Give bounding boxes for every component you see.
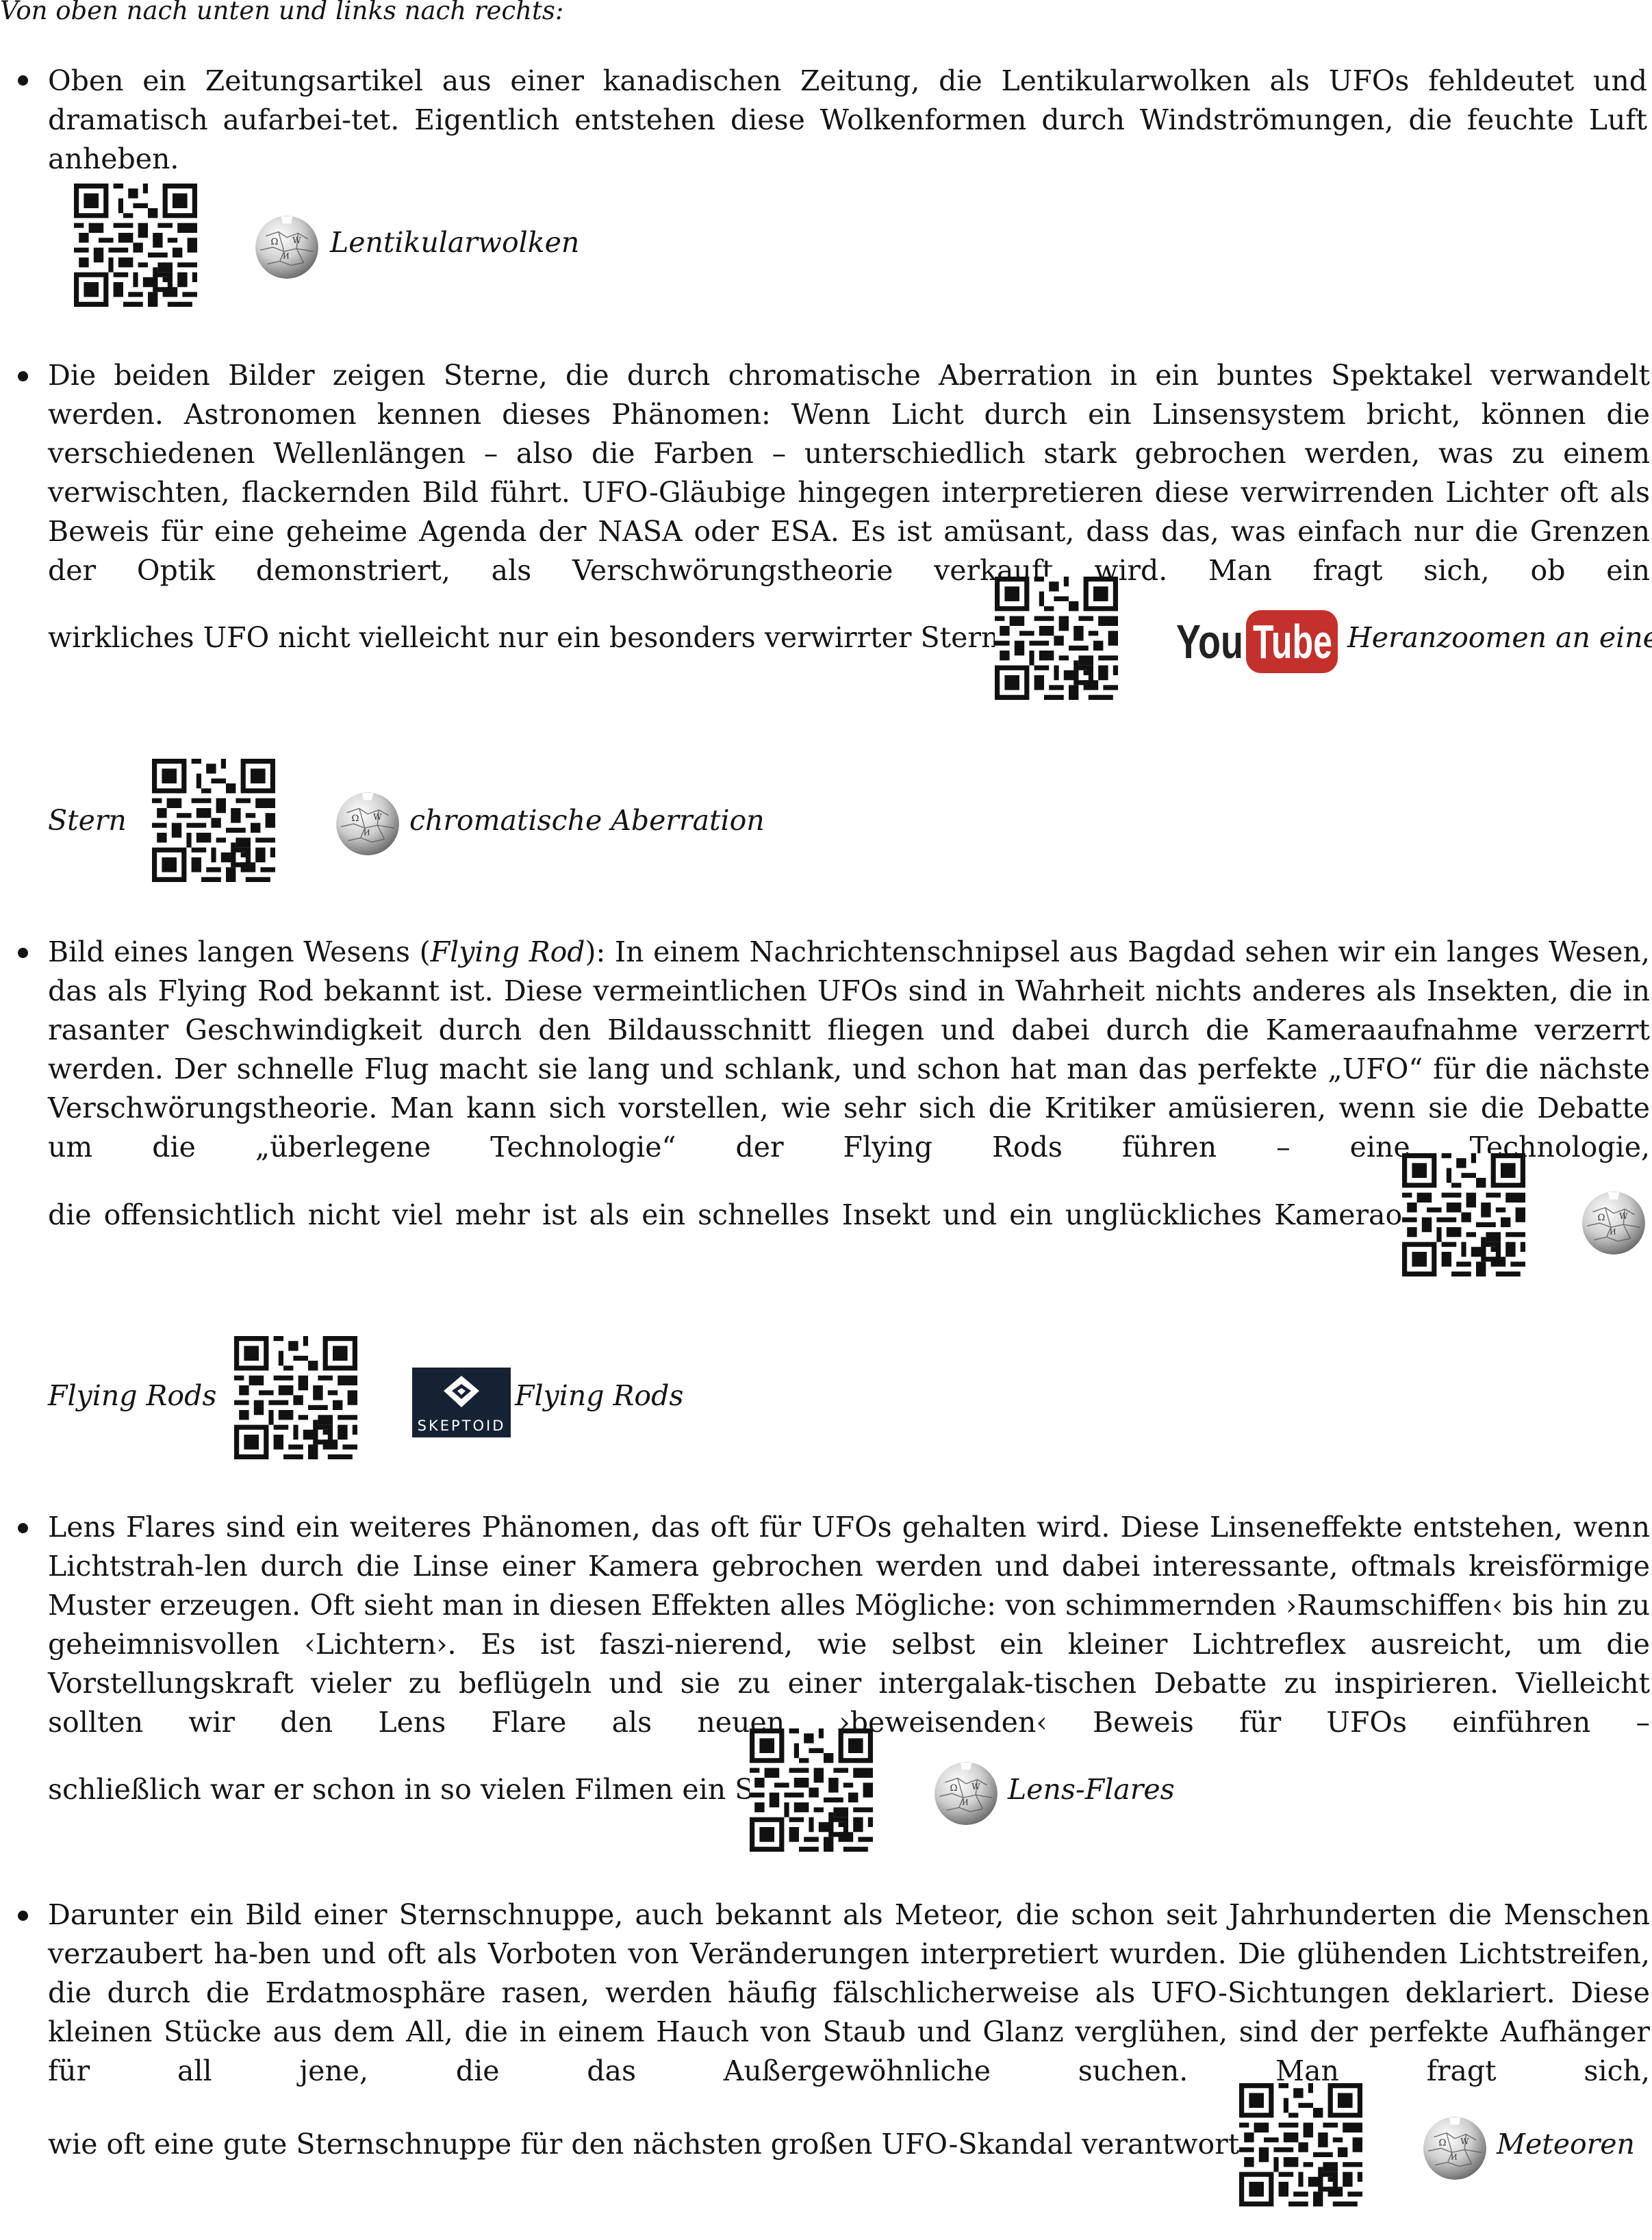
qr-code[interactable] bbox=[74, 184, 197, 307]
intro-text: Von oben nach unten und links nach recht… bbox=[0, 0, 564, 25]
document-page: Von oben nach unten und links nach recht… bbox=[0, 0, 1652, 2240]
item-1-text: Oben ein Zeitungsartikel aus einer kanad… bbox=[48, 64, 1647, 175]
bullet bbox=[18, 1911, 28, 1921]
qr-code[interactable] bbox=[152, 759, 275, 882]
svg-text:SKEPTOID: SKEPTOID bbox=[418, 1418, 506, 1434]
ref-link-lens-flares[interactable]: Lens-Flares bbox=[1008, 1770, 1175, 1809]
qr-code[interactable] bbox=[1239, 2083, 1362, 2206]
bullet bbox=[18, 1523, 28, 1533]
wikipedia-icon bbox=[1579, 1187, 1649, 1257]
qr-code[interactable] bbox=[750, 1728, 873, 1852]
svg-text:Tube: Tube bbox=[1253, 615, 1332, 668]
youtube-logo-you: You bbox=[1176, 615, 1243, 668]
ref-link-flying-rods-wiki[interactable]: Flying Rods bbox=[48, 1376, 216, 1415]
qr-code[interactable] bbox=[995, 577, 1118, 700]
youtube-logo: You Tube bbox=[1175, 607, 1339, 676]
ref-link-stern[interactable]: Stern bbox=[48, 801, 127, 840]
bullet bbox=[18, 75, 28, 86]
qr-code[interactable] bbox=[1402, 1153, 1525, 1276]
wikipedia-icon bbox=[252, 211, 322, 281]
item-5-tail: wie oft eine gute Sternschnuppe für den … bbox=[48, 2128, 1344, 2161]
item-4-text: Lens Flares sind ein weiteres Phänomen, … bbox=[48, 1511, 1650, 1739]
item-3-tail: die offensichtlich nicht viel mehr ist a… bbox=[48, 1198, 1505, 1231]
ref-link-meteoren[interactable]: Meteoren bbox=[1497, 2125, 1635, 2164]
wikipedia-icon bbox=[333, 788, 403, 857]
skeptoid-logo: SKEPTOID bbox=[412, 1368, 511, 1437]
item-3-flying-rod: Flying Rod bbox=[430, 935, 585, 968]
item-2-text: Die beiden Bilder zeigen Sterne, die dur… bbox=[48, 359, 1650, 587]
ref-link-lentikularwolken[interactable]: Lentikularwolken bbox=[330, 223, 579, 262]
bullet bbox=[18, 371, 28, 381]
ref-link-chromatische-aberration[interactable]: chromatische Aberration bbox=[409, 801, 765, 840]
item-5-text: Darunter ein Bild einer Sternschnuppe, a… bbox=[48, 1898, 1650, 2087]
item-2-tail: wirkliches UFO nicht vielleicht nur ein … bbox=[48, 621, 1054, 654]
wikipedia-icon bbox=[931, 1757, 1001, 1827]
qr-code[interactable] bbox=[234, 1336, 357, 1459]
item-4-tail: schließlich war er schon in so vielen Fi… bbox=[48, 1773, 807, 1806]
item-3-text-rest: ): In einem Nachrichtenschnipsel aus Bag… bbox=[48, 935, 1650, 1163]
item-3-text-start: Bild eines langen Wesens ( bbox=[48, 935, 431, 968]
wikipedia-icon bbox=[1420, 2112, 1490, 2182]
bullet bbox=[18, 948, 28, 958]
ref-link-heranzoomen[interactable]: Heranzoomen an einen bbox=[1347, 618, 1652, 657]
item-3-text: Bild eines langen Wesens (Flying Rod): I… bbox=[48, 933, 1650, 1167]
ref-link-flying-rods-skeptoid[interactable]: Flying Rods bbox=[515, 1376, 683, 1415]
